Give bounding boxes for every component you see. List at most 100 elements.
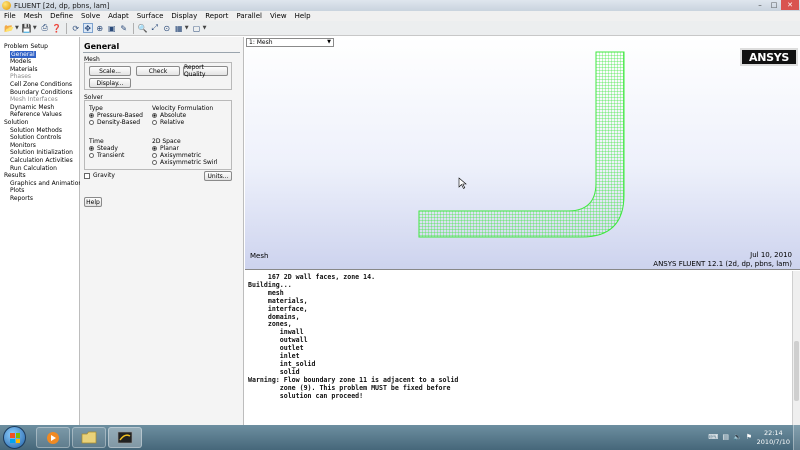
nav-problem-setup[interactable]: Problem Setup — [0, 43, 79, 51]
display-button[interactable]: Display... — [89, 78, 131, 88]
density-based-radio[interactable]: Density-Based — [89, 119, 140, 126]
radio-empty-icon — [89, 153, 94, 158]
scrollbar-thumb[interactable] — [794, 341, 799, 401]
taskbar-fluent[interactable] — [108, 427, 142, 448]
mesh-display — [418, 51, 625, 238]
view-icon[interactable]: ⊙ — [162, 23, 172, 33]
rotate-icon[interactable]: ⟳ — [71, 23, 81, 33]
toolbar-divider — [132, 22, 134, 34]
zoom-in-icon[interactable]: 🔍 — [138, 23, 148, 33]
nav-plots[interactable]: Plots — [0, 187, 79, 195]
taskbar-file-explorer[interactable] — [72, 427, 106, 448]
nav-dynamic-mesh[interactable]: Dynamic Mesh — [0, 104, 79, 112]
general-panel: General Mesh Scale... Check Report Quali… — [80, 37, 244, 425]
nav-phases: Phases — [10, 73, 32, 81]
check-button[interactable]: Check — [136, 66, 180, 76]
console-output[interactable]: 167 2D wall faces, zone 14. Building... … — [245, 271, 793, 425]
nav-graphics-and-animations[interactable]: Graphics and Animations — [0, 180, 85, 188]
radio-selected-icon — [152, 113, 157, 118]
nav-run-calculation[interactable]: Run Calculation — [0, 165, 79, 173]
nav-reports[interactable]: Reports — [0, 195, 79, 203]
menu-help[interactable]: Help — [291, 12, 315, 20]
print-icon[interactable]: ⎙ — [40, 23, 50, 33]
menu-parallel[interactable]: Parallel — [232, 12, 266, 20]
relative-radio[interactable]: Relative — [152, 119, 184, 126]
show-desktop-button[interactable] — [793, 425, 800, 450]
steady-radio[interactable]: Steady — [89, 145, 118, 152]
help-icon[interactable]: ❓ — [52, 23, 62, 33]
layout-icon[interactable]: ▦ — [174, 23, 184, 33]
units-button[interactable]: Units... — [204, 171, 232, 181]
close-button[interactable]: ✕ — [781, 0, 799, 10]
console-warning-line: solution can proceed! — [248, 391, 364, 400]
start-button[interactable] — [3, 426, 26, 449]
menu-file[interactable]: File — [0, 12, 20, 20]
folder-icon — [81, 431, 97, 444]
flag-icon[interactable]: ⚑ — [746, 433, 752, 441]
zoom-icon[interactable]: ⊕ — [95, 23, 105, 33]
nav-solution-methods[interactable]: Solution Methods — [0, 127, 79, 135]
nav-models[interactable]: Models — [0, 58, 79, 66]
graphics-window[interactable]: 1: Mesh ▼ ANSYS Mesh Jul 10, 2010 ANSYS F… — [245, 37, 800, 270]
layout-dropdown-icon[interactable]: ▼ — [185, 25, 189, 31]
nav-reference-values[interactable]: Reference Values — [0, 111, 79, 119]
menu-define[interactable]: Define — [46, 12, 77, 20]
window-dropdown-icon[interactable]: ▼ — [203, 25, 207, 31]
zoom-fit-icon[interactable]: ▣ — [107, 23, 117, 33]
menu-surface[interactable]: Surface — [133, 12, 168, 20]
window-icon[interactable]: ▢ — [192, 23, 202, 33]
time-label: Time — [89, 138, 104, 145]
save-dropdown-icon[interactable]: ▼ — [33, 25, 37, 31]
type-label: Type — [89, 105, 103, 112]
pipe-bend-mesh — [418, 51, 625, 238]
scale-button[interactable]: Scale... — [89, 66, 131, 76]
report-quality-button[interactable]: Report Quality — [183, 64, 228, 78]
nav-solution-initialization[interactable]: Solution Initialization — [0, 149, 79, 157]
nav-results[interactable]: Results — [0, 172, 79, 180]
fit-to-window-icon[interactable]: ⤢ — [150, 23, 160, 33]
planar-radio[interactable]: Planar — [152, 145, 179, 152]
nav-general[interactable]: General — [0, 50, 79, 59]
open-file-icon[interactable]: 📂 — [4, 23, 14, 33]
menu-view[interactable]: View — [266, 12, 291, 20]
window-title: FLUENT [2d, dp, pbns, lam] — [14, 1, 110, 10]
absolute-radio[interactable]: Absolute — [152, 112, 186, 119]
minimize-button[interactable]: – — [753, 0, 767, 10]
help-button[interactable]: Help — [84, 197, 102, 207]
taskbar-media-player[interactable] — [36, 427, 70, 448]
save-icon[interactable]: 💾 — [22, 23, 32, 33]
pressure-based-radio[interactable]: Pressure-Based — [89, 112, 143, 119]
volume-icon[interactable]: 🔈 — [733, 433, 742, 441]
menu-solve[interactable]: Solve — [77, 12, 104, 20]
maximize-button[interactable]: □ — [767, 0, 781, 10]
console-line: 167 2D wall faces, zone 14. — [248, 273, 376, 281]
nav-boundary-conditions[interactable]: Boundary Conditions — [0, 89, 79, 97]
axisymmetric-radio[interactable]: Axisymmetric — [152, 152, 201, 159]
menu-report[interactable]: Report — [201, 12, 232, 20]
gravity-checkbox[interactable]: Gravity — [84, 172, 115, 179]
keyboard-icon[interactable]: ⌨ — [708, 433, 718, 441]
menu-display[interactable]: Display — [167, 12, 201, 20]
console-line: domains, — [248, 312, 300, 321]
system-tray: ⌨ ▤ 🔈 ⚑ — [708, 433, 752, 441]
axisymmetric-swirl-radio[interactable]: Axisymmetric Swirl — [152, 159, 218, 166]
nav-monitors[interactable]: Monitors — [0, 142, 79, 150]
transient-radio[interactable]: Transient — [89, 152, 124, 159]
nav-calculation-activities[interactable]: Calculation Activities — [0, 157, 79, 165]
menu-adapt[interactable]: Adapt — [104, 12, 133, 20]
translate-icon[interactable]: ✥ — [82, 23, 93, 33]
console-line: materials, — [248, 296, 308, 305]
menu-mesh[interactable]: Mesh — [20, 12, 46, 20]
nav-cell-zone-conditions[interactable]: Cell Zone Conditions — [0, 81, 79, 89]
nav-solution-controls[interactable]: Solution Controls — [0, 134, 79, 142]
open-dropdown-icon[interactable]: ▼ — [15, 25, 19, 31]
network-icon[interactable]: ▤ — [722, 433, 729, 441]
probe-icon[interactable]: ✎ — [119, 23, 129, 33]
checkbox-icon — [84, 172, 90, 179]
system-clock[interactable]: 22:14 2010/7/10 — [757, 429, 790, 447]
console-scrollbar[interactable] — [792, 271, 800, 425]
title-bar: FLUENT [2d, dp, pbns, lam] – □ ✕ — [0, 0, 800, 11]
console-line: mesh — [248, 288, 284, 297]
nav-materials[interactable]: Materials — [0, 66, 79, 74]
nav-solution[interactable]: Solution — [0, 119, 79, 127]
